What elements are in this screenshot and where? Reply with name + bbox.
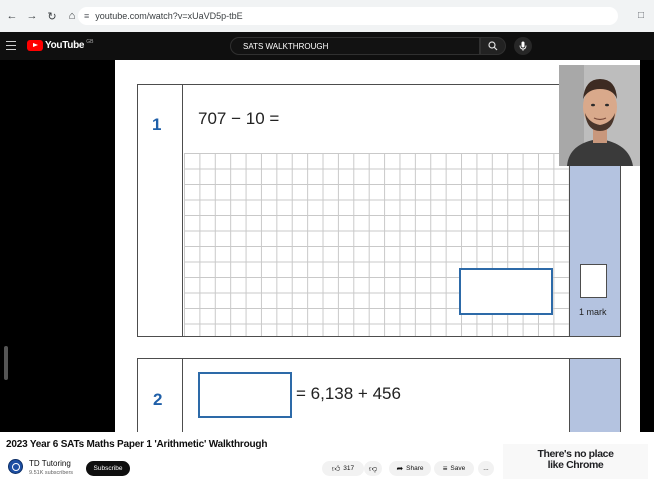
webcam-overlay [559,65,640,166]
mark-label: 1 mark [579,307,607,317]
channel-name[interactable]: TD Tutoring [29,459,71,468]
question-2-expression: = 6,138 + 456 [296,384,401,403]
subscribe-button[interactable]: Subscribe [86,461,130,476]
share-icon: ➦ [396,464,404,473]
chrome-ad-banner[interactable]: There's no place like Chrome [503,444,648,479]
question-2-box: 2 = 6,138 + 456 [137,358,621,432]
presenter-image [559,65,640,166]
youtube-header: YouTube GB SATS WALKTHROUGH [0,32,654,60]
youtube-logo[interactable]: YouTube GB [27,38,94,51]
search-input[interactable]: SATS WALKTHROUGH [230,37,480,55]
back-arrow-icon[interactable]: ← [4,8,20,24]
youtube-play-icon [27,40,43,51]
video-player[interactable]: 1 707 − 10 = 1 mark 2 = 6,138 + 456 [0,60,654,432]
share-label: Share [406,465,424,472]
hamburger-menu-icon[interactable] [6,41,16,51]
reload-icon[interactable]: ↻ [44,8,60,24]
question-2-answer-box [198,372,292,418]
video-title: 2023 Year 6 SATs Maths Paper 1 'Arithmet… [6,439,268,450]
question-1-box: 1 707 − 10 = 1 mark [137,84,621,337]
ad-text: There's no place like Chrome [503,449,648,471]
question-2-number: 2 [153,390,163,409]
side-handle[interactable] [4,346,8,380]
address-bar[interactable]: ≡ youtube.com/watch?v=xUaVD5p-tbE [78,7,618,25]
microphone-icon [519,41,527,51]
address-text: youtube.com/watch?v=xUaVD5p-tbE [95,11,243,21]
youtube-logo-text: YouTube [45,40,85,51]
channel-avatar[interactable] [8,459,23,474]
dislike-button[interactable]: 👎︎ [364,461,382,476]
voice-search-button[interactable] [514,37,532,55]
thumbs-down-icon: 👎︎ [368,463,378,473]
question-1-expression: 707 − 10 = [198,109,280,128]
share-button[interactable]: ➦ Share [389,461,431,476]
thumbs-up-icon: 👍︎ [331,463,341,473]
question-1-answer-box [459,268,553,315]
search-icon [488,41,498,51]
question-2-mark-column [569,359,620,432]
save-label: Save [450,465,466,472]
save-button[interactable]: ≡ Save [434,461,474,476]
browser-toolbar: ← → ↻ ⌂ ≡ youtube.com/watch?v=xUaVD5p-tb… [0,0,654,32]
forward-arrow-icon[interactable]: → [24,8,40,24]
more-icon: ... [483,465,489,472]
search-query: SATS WALKTHROUGH [243,41,329,51]
like-count: 317 [343,465,355,472]
question-2-divider [182,359,183,432]
question-1-number: 1 [152,115,162,134]
save-playlist-icon: ≡ [442,464,448,473]
search-button[interactable] [480,37,506,55]
mark-box [580,264,607,298]
extensions-icon[interactable]: □ [634,8,648,22]
like-button[interactable]: 👍︎ 317 [322,461,364,476]
site-info-icon[interactable]: ≡ [84,11,89,21]
subscriber-count: 9.51K subscribers [29,470,74,476]
more-actions-button[interactable]: ... [478,461,494,476]
question-1-divider [182,85,183,336]
country-code: GB [86,38,94,45]
ad-line-2: like Chrome [547,459,604,471]
